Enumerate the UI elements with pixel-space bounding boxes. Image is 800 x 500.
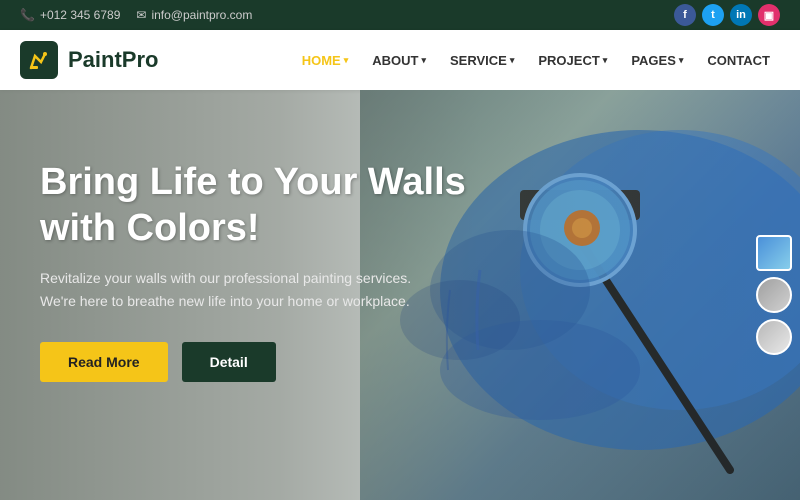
nav-links: HOME ▾ ABOUT ▾ SERVICE ▾ PROJECT ▾ PAGES…	[292, 45, 780, 76]
hero-title: Bring Life to Your Walls with Colors!	[40, 160, 466, 251]
logo-icon	[20, 41, 58, 79]
nav-about[interactable]: ABOUT ▾	[362, 45, 436, 76]
project-dropdown-arrow: ▾	[603, 55, 608, 66]
email-info: ✉ info@paintpro.com	[136, 8, 252, 22]
hero-subtitle: Revitalize your walls with our professio…	[40, 267, 430, 312]
nav-project[interactable]: PROJECT ▾	[528, 45, 617, 76]
phone-number: +012 345 6789	[40, 8, 120, 22]
twitter-icon[interactable]: t	[702, 4, 724, 26]
thumbnail-1[interactable]	[756, 235, 792, 271]
nav-pages[interactable]: PAGES ▾	[621, 45, 693, 76]
email-icon: ✉	[136, 8, 146, 22]
thumbnail-3[interactable]	[756, 319, 792, 355]
email-address: info@paintpro.com	[151, 8, 252, 22]
hero-section: Bring Life to Your Walls with Colors! Re…	[0, 90, 800, 500]
thumbnail-2[interactable]	[756, 277, 792, 313]
home-dropdown-arrow: ▾	[344, 55, 349, 66]
nav-home[interactable]: HOME ▾	[292, 45, 359, 76]
nav-contact[interactable]: CONTACT	[697, 45, 780, 76]
navbar: PaintPro HOME ▾ ABOUT ▾ SERVICE ▾ PROJEC…	[0, 30, 800, 90]
facebook-icon[interactable]: f	[674, 4, 696, 26]
nav-service[interactable]: SERVICE ▾	[440, 45, 524, 76]
brand-name: PaintPro	[68, 47, 158, 73]
topbar: 📞 +012 345 6789 ✉ info@paintpro.com f t …	[0, 0, 800, 30]
topbar-contact-info: 📞 +012 345 6789 ✉ info@paintpro.com	[20, 8, 252, 22]
linkedin-icon[interactable]: in	[730, 4, 752, 26]
detail-button[interactable]: Detail	[182, 342, 276, 382]
read-more-button[interactable]: Read More	[40, 342, 168, 382]
phone-info: 📞 +012 345 6789	[20, 8, 120, 22]
about-dropdown-arrow: ▾	[421, 55, 426, 66]
pages-dropdown-arrow: ▾	[679, 55, 684, 66]
hero-content: Bring Life to Your Walls with Colors! Re…	[40, 160, 466, 382]
service-dropdown-arrow: ▾	[510, 55, 515, 66]
instagram-icon[interactable]: ▣	[758, 4, 780, 26]
hero-buttons: Read More Detail	[40, 342, 466, 382]
phone-icon: 📞	[20, 8, 35, 22]
logo[interactable]: PaintPro	[20, 41, 158, 79]
social-icons: f t in ▣	[674, 4, 780, 26]
side-thumbnails	[756, 235, 792, 355]
